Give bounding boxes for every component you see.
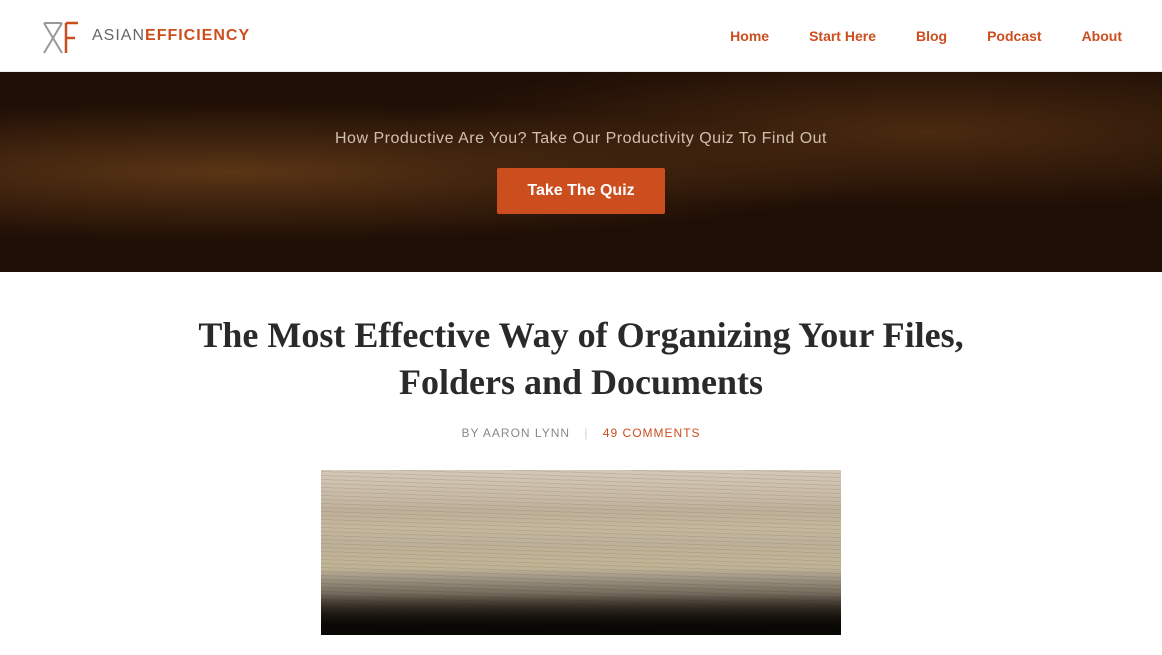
banner-headline: How Productive Are You? Take Our Product… — [335, 130, 827, 148]
meta-separator: | — [584, 426, 588, 440]
comments-link[interactable]: 49 COMMENTS — [603, 426, 701, 440]
logo[interactable]: ASIANEFFICIENCY — [40, 15, 250, 57]
article-meta: BY AARON LYNN | 49 COMMENTS — [171, 426, 991, 440]
logo-icon — [40, 15, 82, 57]
logo-text: ASIANEFFICIENCY — [92, 27, 250, 45]
comments-count: 49 — [603, 426, 618, 440]
take-quiz-button[interactable]: Take The Quiz — [497, 168, 664, 214]
comments-label: COMMENTS — [623, 426, 701, 440]
nav-about[interactable]: About — [1082, 28, 1122, 44]
article-author: BY AARON LYNN — [461, 426, 570, 440]
nav-podcast[interactable]: Podcast — [987, 28, 1041, 44]
promo-banner: How Productive Are You? Take Our Product… — [0, 72, 1162, 272]
article-title: The Most Effective Way of Organizing You… — [171, 312, 991, 406]
site-header: ASIANEFFICIENCY Home Start Here Blog Pod… — [0, 0, 1162, 72]
paper-stack-visual — [321, 470, 841, 635]
main-nav: Home Start Here Blog Podcast About — [730, 28, 1122, 44]
main-content: The Most Effective Way of Organizing You… — [151, 272, 1011, 655]
nav-home[interactable]: Home — [730, 28, 769, 44]
nav-start-here[interactable]: Start Here — [809, 28, 876, 44]
nav-blog[interactable]: Blog — [916, 28, 947, 44]
article-image — [321, 470, 841, 635]
